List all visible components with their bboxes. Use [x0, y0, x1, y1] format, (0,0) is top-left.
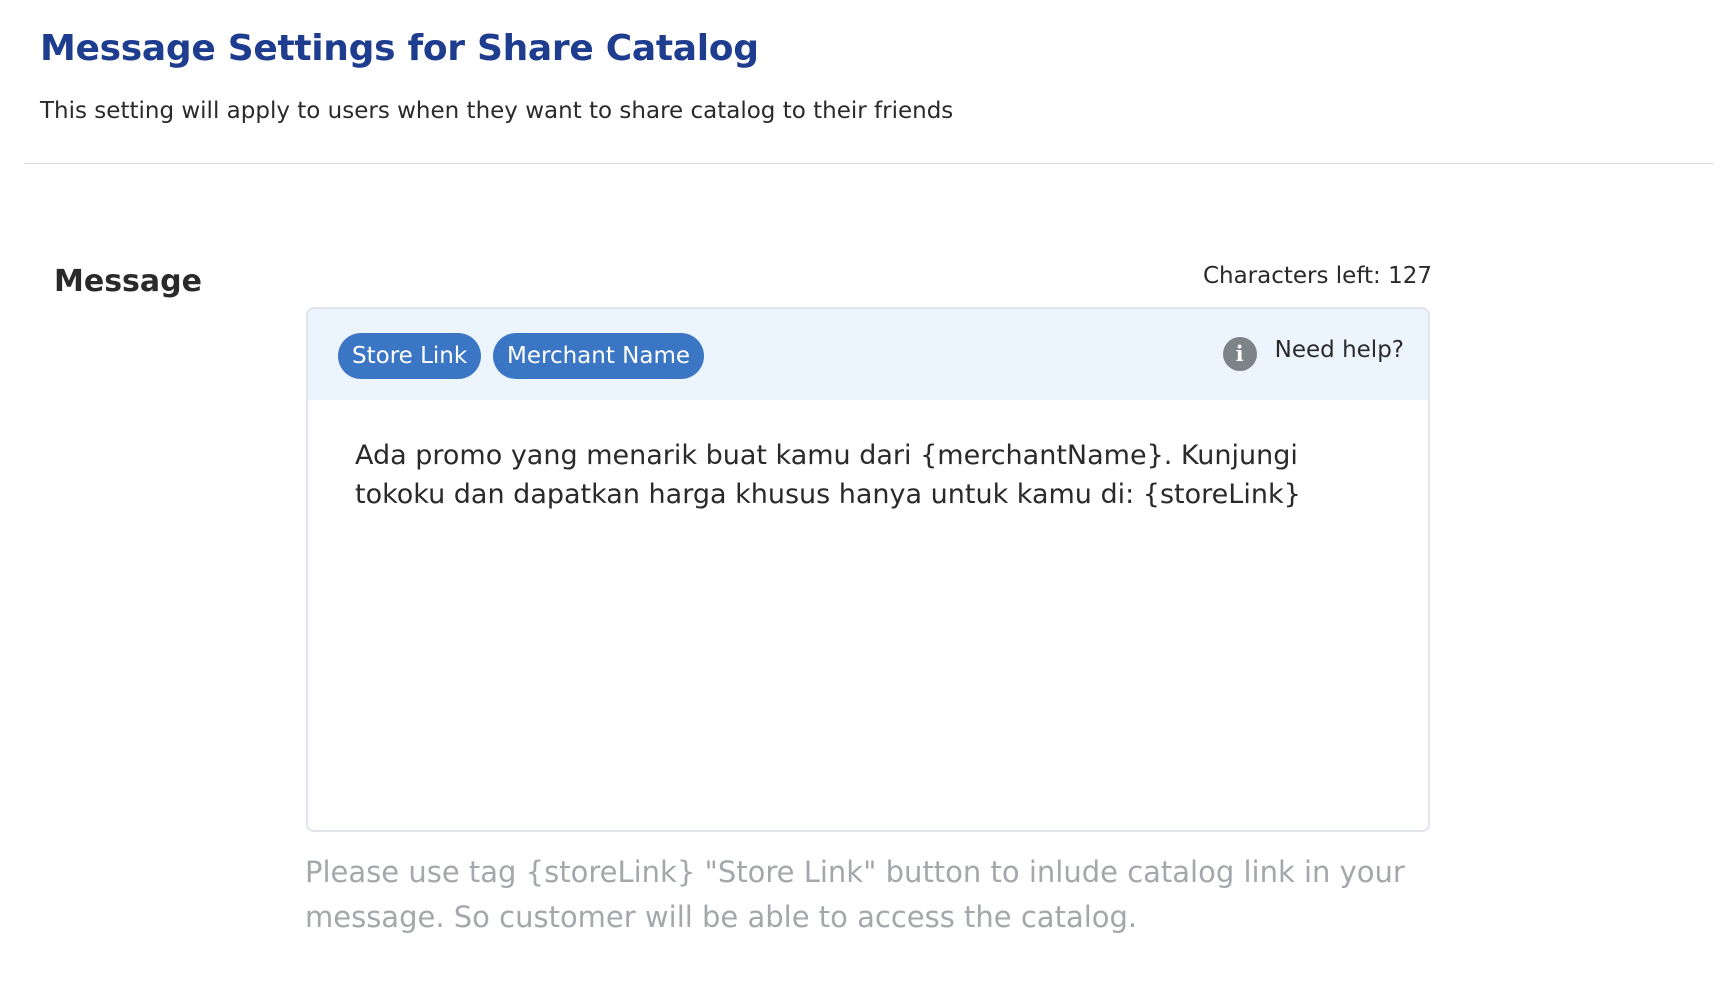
message-hint: Please use tag {storeLink} "Store Link" …: [305, 855, 1405, 934]
info-icon: i: [1222, 337, 1257, 371]
merchant-name-tag-button[interactable]: Merchant Name: [493, 333, 705, 379]
message-textarea[interactable]: Ada promo yang menarik buat kamu dari {m…: [355, 436, 1365, 796]
message-label: Message: [54, 264, 202, 299]
characters-left-counter: Characters left: 127: [1202, 263, 1432, 289]
tag-toolbar: Store Link Merchant Name i Need help?: [308, 309, 1428, 400]
page-subtitle: This setting will apply to users when th…: [40, 98, 954, 124]
page-title: Message Settings for Share Catalog: [40, 28, 759, 69]
store-link-tag-button[interactable]: Store Link: [338, 333, 482, 379]
message-settings-page: Message Settings for Share Catalog This …: [0, 0, 1720, 998]
message-editor: Store Link Merchant Name i Need help? Ad…: [306, 307, 1430, 832]
need-help-link[interactable]: i Need help?: [1222, 329, 1404, 371]
need-help-label: Need help?: [1274, 337, 1404, 363]
header-divider: [24, 163, 1714, 164]
